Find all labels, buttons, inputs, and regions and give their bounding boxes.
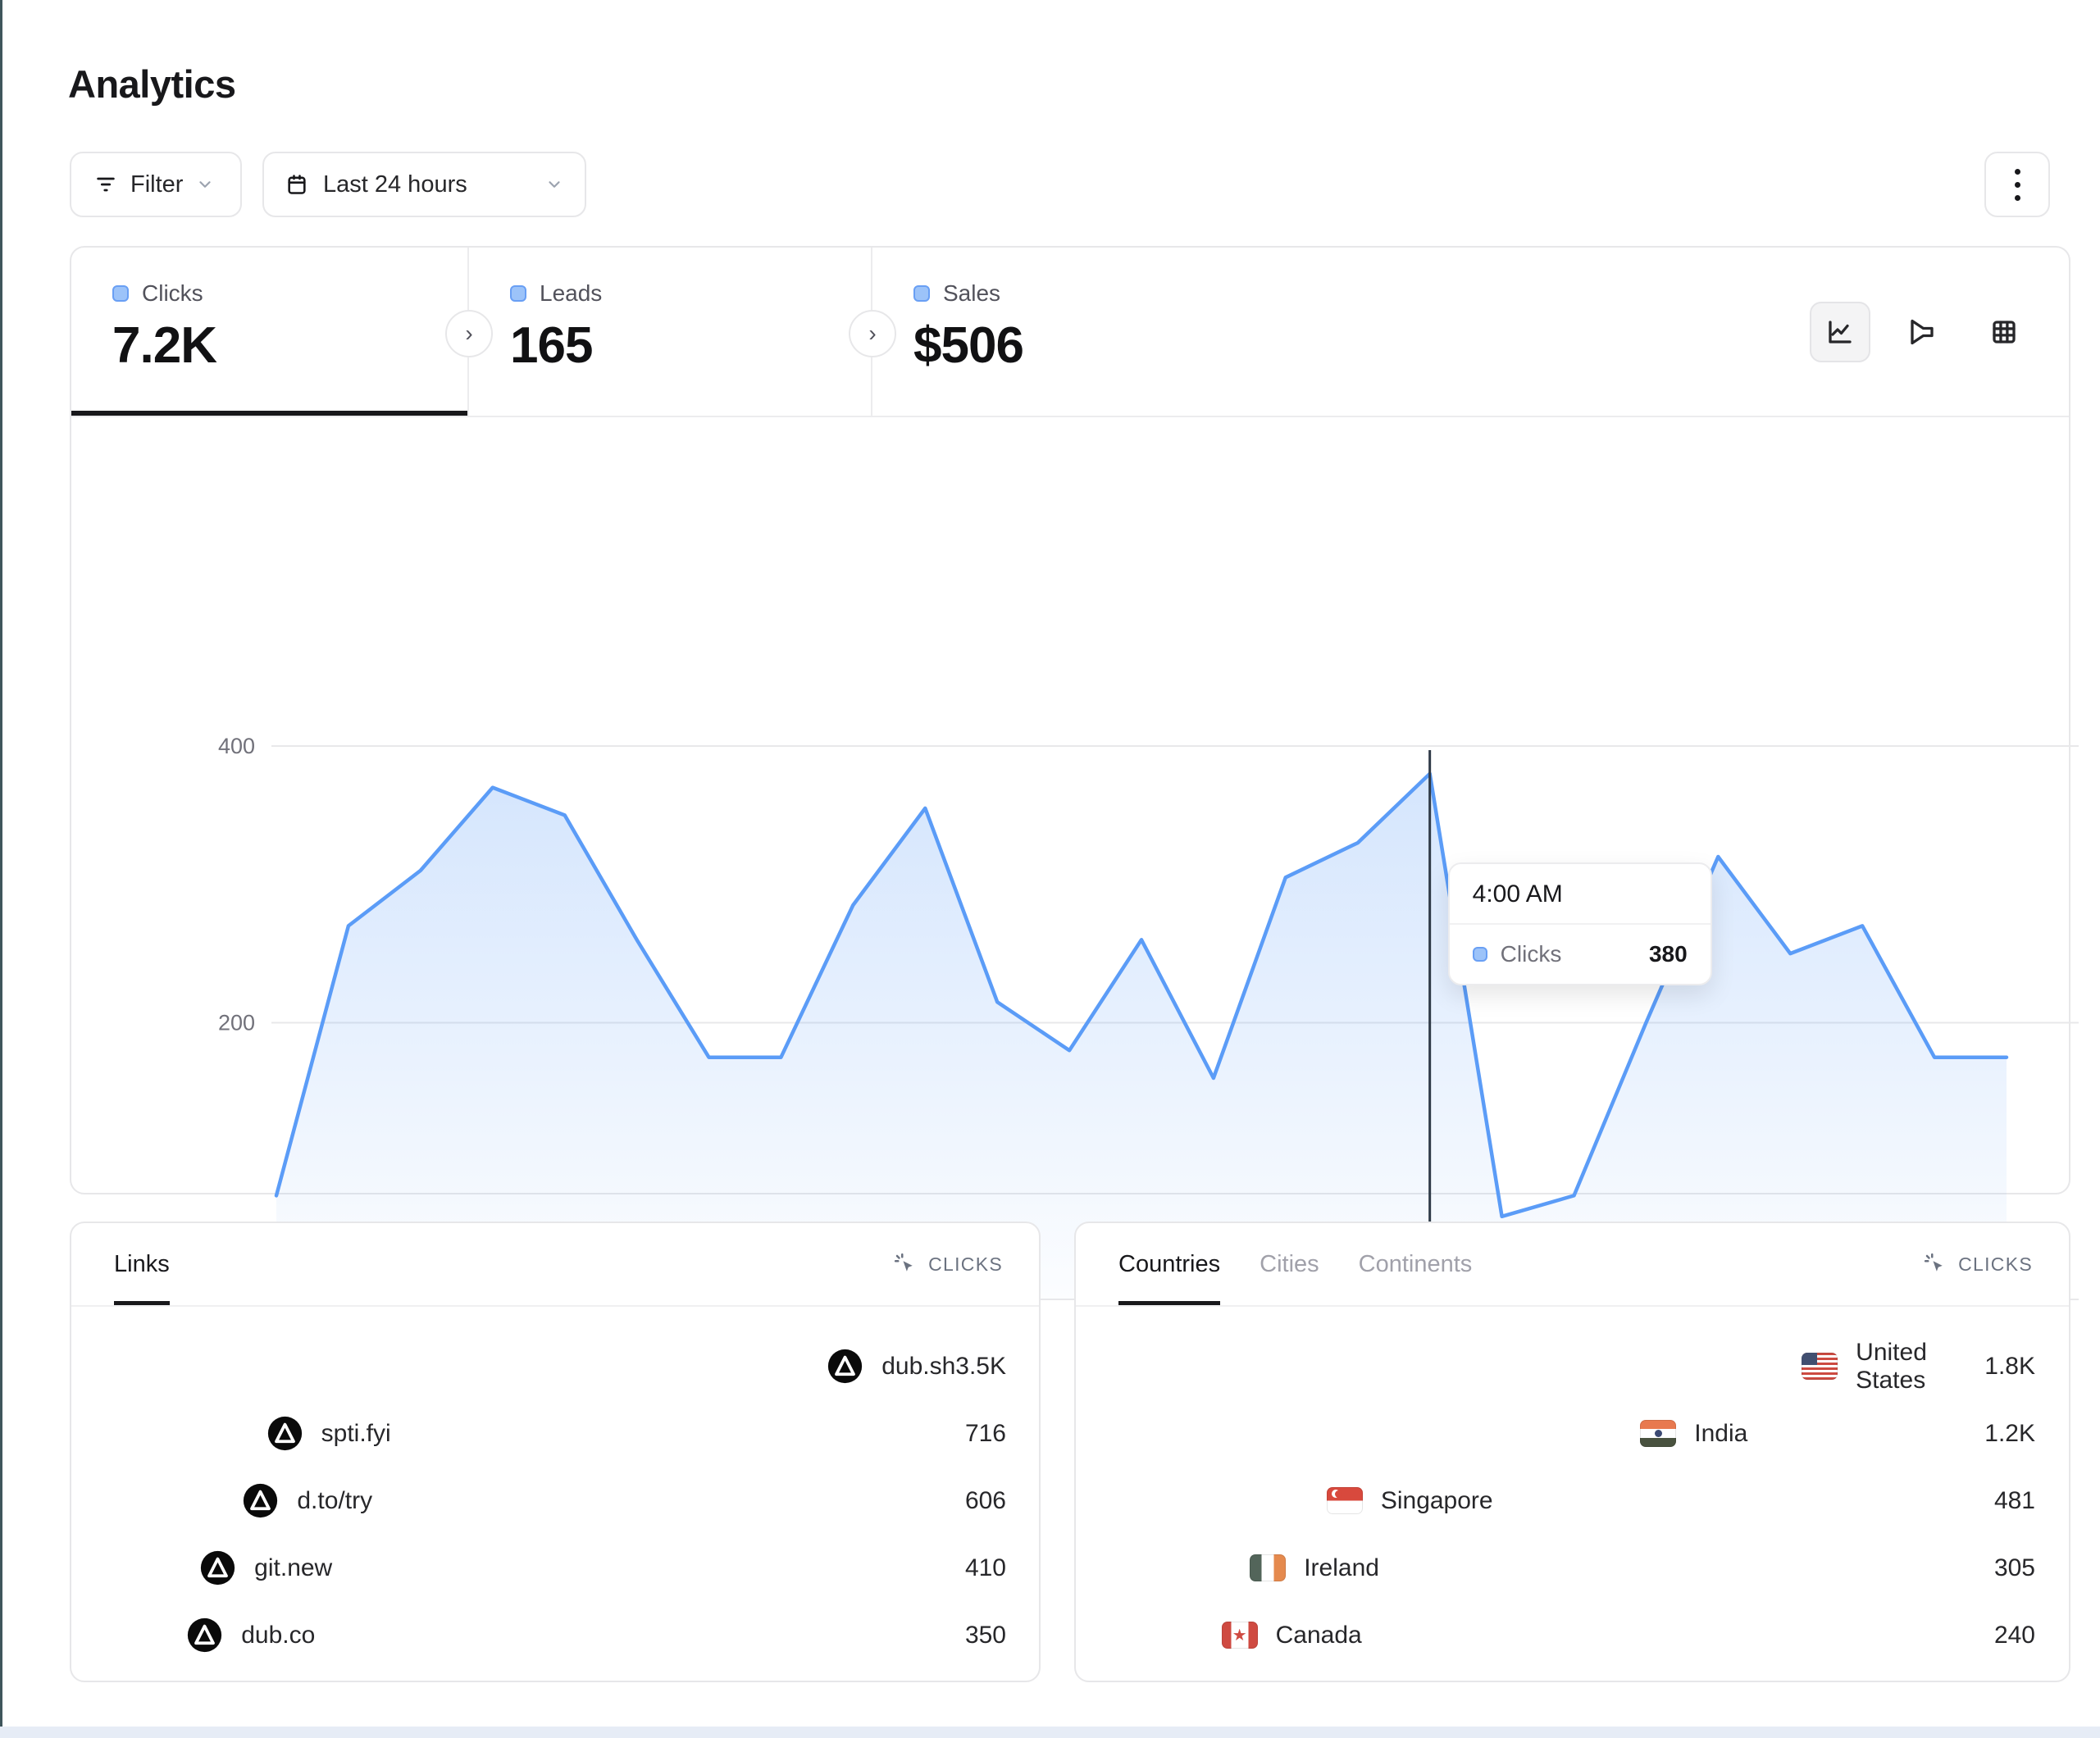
- country-flag-icon: [1250, 1554, 1286, 1581]
- clicks-tab-value: 7.2K: [112, 316, 467, 375]
- country-clicks-value: 240: [1994, 1622, 2035, 1649]
- calendar-icon: [285, 173, 308, 196]
- country-list-item[interactable]: India 1.2K: [1106, 1410, 2035, 1457]
- table-view-button[interactable]: [1974, 302, 2034, 362]
- link-list-item[interactable]: git.new 410: [102, 1545, 1006, 1591]
- tab-leads[interactable]: Leads 165 ›: [469, 248, 872, 416]
- clicks-legend-swatch: [112, 285, 129, 302]
- sales-tab-label: Sales: [943, 280, 1000, 307]
- tooltip-legend-swatch: [1473, 947, 1487, 962]
- stats-tabs: Clicks 7.2K › Leads 165 › Sales $506: [71, 248, 2069, 417]
- tab-links[interactable]: Links: [114, 1223, 170, 1305]
- line-chart-icon: [1825, 317, 1855, 347]
- links-metric-label: CLICKS: [928, 1253, 1003, 1276]
- link-clicks-value: 716: [965, 1420, 1006, 1448]
- tab-cities[interactable]: Cities: [1260, 1223, 1319, 1305]
- link-domain: spti.fyi: [321, 1420, 391, 1448]
- country-clicks-value: 481: [1994, 1487, 2035, 1515]
- country-list-item[interactable]: Canada 240: [1106, 1612, 2035, 1658]
- countries-panel-header: Countries Cities Continents CLICKS: [1076, 1223, 2069, 1307]
- country-flag-icon: [1327, 1487, 1363, 1514]
- table-grid-icon: [1989, 317, 2019, 347]
- countries-metric-label: CLICKS: [1958, 1253, 2033, 1276]
- chart-tooltip: 4:00 AM Clicks 380: [1448, 862, 1712, 985]
- funnel-chart-icon: [1907, 317, 1937, 347]
- country-name: Ireland: [1304, 1554, 1379, 1582]
- date-range-button[interactable]: Last 24 hours: [262, 152, 586, 217]
- link-clicks-value: 350: [965, 1622, 1006, 1649]
- more-options-button[interactable]: [1984, 152, 2050, 217]
- chevron-down-icon: [545, 175, 563, 193]
- country-name: Singapore: [1381, 1487, 1493, 1515]
- chart-view-switcher: [1810, 248, 2069, 416]
- links-panel: Links CLICKS dub.sh 3.5K spti.fyi 716 d.…: [70, 1222, 1041, 1682]
- svg-text:200: 200: [218, 1011, 255, 1035]
- tab-clicks[interactable]: Clicks 7.2K ›: [71, 248, 469, 416]
- tooltip-series-value: 380: [1649, 941, 1688, 967]
- sales-tab-value: $506: [913, 316, 1276, 375]
- window-bottom-strip: [0, 1727, 2100, 1738]
- link-list-item[interactable]: dub.sh 3.5K: [102, 1343, 1006, 1390]
- link-clicks-value: 3.5K: [955, 1353, 1006, 1381]
- country-flag-icon: [1222, 1622, 1258, 1649]
- cursor-click-icon: [893, 1252, 918, 1276]
- countries-list: United States 1.8K India 1.2K Singapore …: [1076, 1307, 2069, 1658]
- leads-legend-swatch: [510, 285, 526, 302]
- window-edge-strip: [0, 0, 2, 1738]
- tab-continents[interactable]: Continents: [1359, 1223, 1473, 1305]
- country-name: Canada: [1276, 1622, 1362, 1649]
- country-name: United States: [1856, 1339, 1984, 1394]
- chevron-down-icon: [196, 175, 214, 193]
- link-clicks-value: 410: [965, 1554, 1006, 1582]
- country-name: India: [1694, 1420, 1747, 1448]
- kebab-menu-icon: [2015, 169, 2020, 201]
- leads-tab-value: 165: [510, 316, 871, 375]
- filter-label: Filter: [130, 171, 183, 198]
- link-list-item[interactable]: dub.co 350: [102, 1612, 1006, 1658]
- links-metric[interactable]: CLICKS: [893, 1223, 1003, 1305]
- tooltip-time: 4:00 AM: [1450, 864, 1711, 925]
- dub-logo-icon: [199, 1549, 236, 1586]
- link-list-item[interactable]: spti.fyi 716: [102, 1410, 1006, 1457]
- filter-button[interactable]: Filter: [70, 152, 242, 217]
- clicks-tab-label: Clicks: [142, 280, 203, 307]
- sales-legend-swatch: [913, 285, 930, 302]
- link-list-item[interactable]: d.to/try 606: [102, 1477, 1006, 1524]
- chevron-right-circle-icon[interactable]: ›: [849, 310, 896, 357]
- link-clicks-value: 606: [965, 1487, 1006, 1515]
- tooltip-series-label: Clicks: [1501, 941, 1562, 967]
- tab-countries[interactable]: Countries: [1118, 1223, 1220, 1305]
- link-domain: dub.co: [241, 1622, 315, 1649]
- country-list-item[interactable]: Ireland 305: [1106, 1545, 2035, 1591]
- line-chart-view-button[interactable]: [1810, 302, 1870, 362]
- links-panel-header: Links CLICKS: [71, 1223, 1039, 1307]
- links-list: dub.sh 3.5K spti.fyi 716 d.to/try 606 gi…: [71, 1307, 1039, 1658]
- dub-logo-icon: [186, 1617, 223, 1654]
- leads-tab-label: Leads: [540, 280, 602, 307]
- filter-icon: [94, 173, 117, 196]
- country-flag-icon: [1802, 1353, 1838, 1380]
- page-title: Analytics: [68, 61, 235, 107]
- countries-metric[interactable]: CLICKS: [1923, 1223, 2033, 1305]
- country-list-item[interactable]: Singapore 481: [1106, 1477, 2035, 1524]
- funnel-chart-view-button[interactable]: [1892, 302, 1952, 362]
- chevron-right-circle-icon[interactable]: ›: [445, 310, 493, 357]
- countries-panel: Countries Cities Continents CLICKS Unite…: [1074, 1222, 2070, 1682]
- country-flag-icon: [1640, 1420, 1676, 1447]
- analytics-card: Clicks 7.2K › Leads 165 › Sales $506: [70, 246, 2070, 1194]
- dub-logo-icon: [827, 1348, 863, 1385]
- country-clicks-value: 1.2K: [1984, 1420, 2035, 1448]
- country-clicks-value: 1.8K: [1984, 1353, 2035, 1381]
- tab-sales[interactable]: Sales $506: [872, 248, 1276, 416]
- date-range-label: Last 24 hours: [323, 171, 467, 198]
- svg-text:400: 400: [218, 734, 255, 758]
- country-list-item[interactable]: United States 1.8K: [1106, 1343, 2035, 1390]
- country-clicks-value: 305: [1994, 1554, 2035, 1582]
- dub-logo-icon: [266, 1415, 303, 1452]
- link-domain: git.new: [254, 1554, 332, 1582]
- link-domain: dub.sh: [881, 1353, 955, 1381]
- dub-logo-icon: [242, 1482, 279, 1519]
- link-domain: d.to/try: [297, 1487, 372, 1515]
- cursor-click-icon: [1923, 1252, 1947, 1276]
